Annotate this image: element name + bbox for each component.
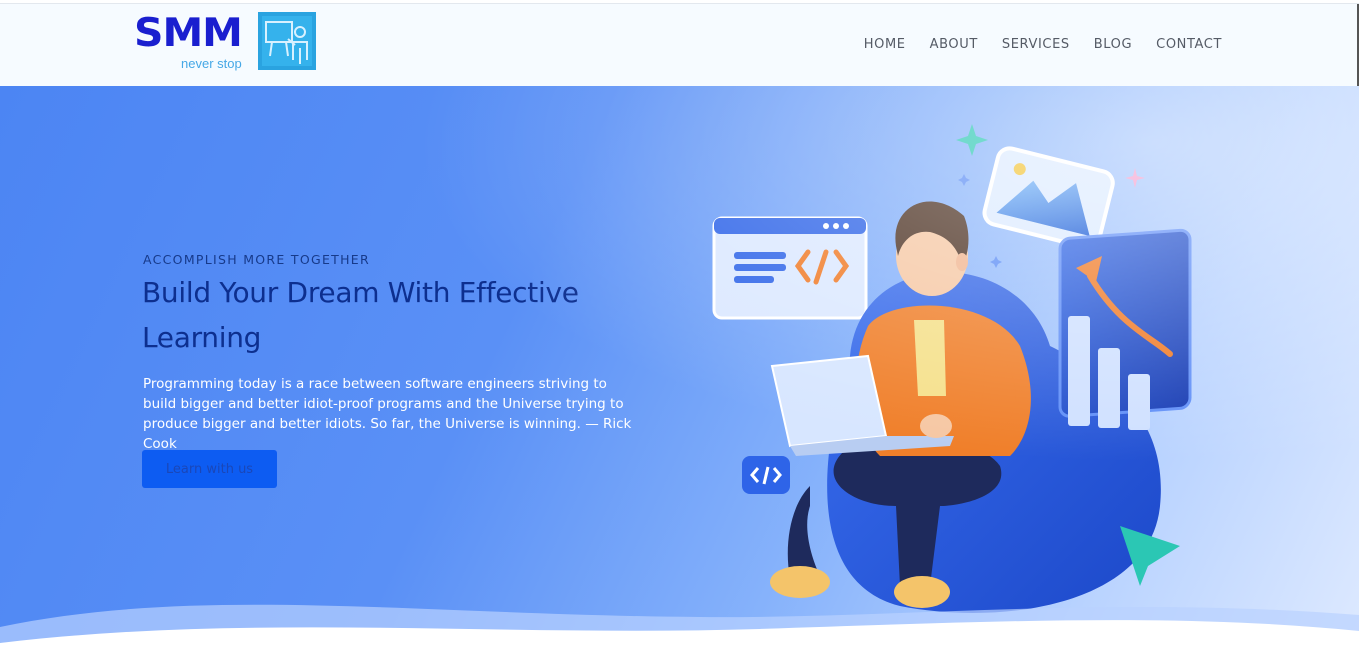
code-window — [712, 216, 868, 320]
hero-section: ACCOMPLISH MORE TOGETHER Build Your Drea… — [0, 86, 1359, 645]
nav-blog[interactable]: BLOG — [1094, 37, 1132, 52]
presentation-board-icon — [258, 12, 316, 70]
logo-tagline: never stop — [181, 56, 242, 71]
image-card — [982, 146, 1115, 250]
site-header: SMM never stop HOME ABOUT SERVICES BLOG … — [0, 4, 1359, 86]
hero-eyebrow: ACCOMPLISH MORE TOGETHER — [143, 252, 370, 267]
nav-contact[interactable]: CONTACT — [1156, 37, 1222, 52]
nav-about[interactable]: ABOUT — [930, 37, 978, 52]
main-nav: HOME ABOUT SERVICES BLOG CONTACT — [864, 37, 1222, 52]
hero-quote: Programming today is a race between soft… — [143, 376, 632, 452]
wave-divider — [0, 604, 1359, 645]
logo[interactable]: SMM never stop — [134, 12, 319, 78]
learn-with-us-button[interactable]: Learn with us — [142, 450, 277, 488]
nav-home[interactable]: HOME — [864, 37, 906, 52]
person-with-laptop-illustration — [712, 124, 1192, 613]
logo-wordmark: SMM — [134, 11, 243, 56]
nav-services[interactable]: SERVICES — [1002, 37, 1070, 52]
hero-title: Build Your Dream With Effective Learning — [142, 276, 579, 354]
code-badge-icon — [742, 456, 790, 494]
sparkle-icon — [956, 124, 988, 156]
chart-board — [1058, 228, 1192, 430]
